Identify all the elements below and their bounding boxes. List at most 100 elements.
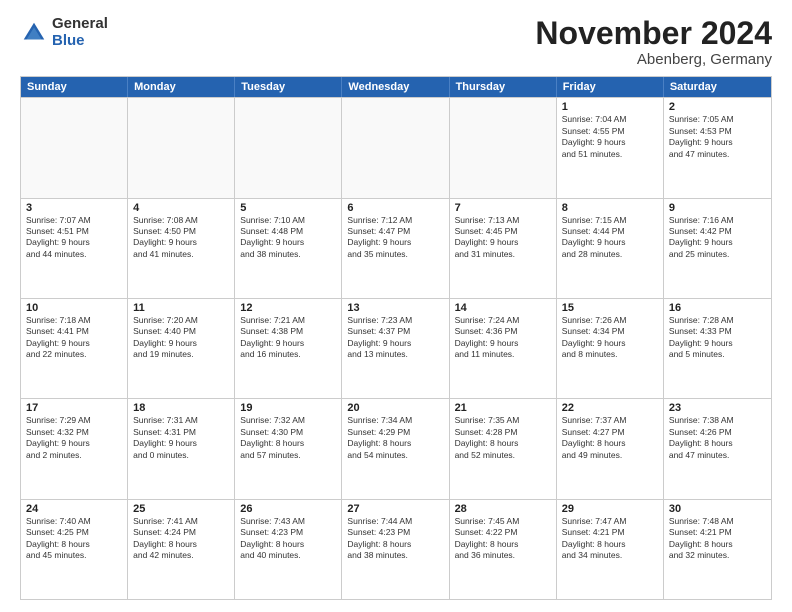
calendar-empty-cell xyxy=(450,98,557,197)
day-number: 8 xyxy=(562,202,658,214)
calendar-day-cell: 26Sunrise: 7:43 AM Sunset: 4:23 PM Dayli… xyxy=(235,500,342,599)
day-info: Sunrise: 7:13 AM Sunset: 4:45 PM Dayligh… xyxy=(455,215,551,261)
day-number: 27 xyxy=(347,503,443,515)
day-info: Sunrise: 7:04 AM Sunset: 4:55 PM Dayligh… xyxy=(562,114,658,160)
day-info: Sunrise: 7:07 AM Sunset: 4:51 PM Dayligh… xyxy=(26,215,122,261)
day-info: Sunrise: 7:38 AM Sunset: 4:26 PM Dayligh… xyxy=(669,415,766,461)
calendar-empty-cell xyxy=(21,98,128,197)
calendar-day-cell: 23Sunrise: 7:38 AM Sunset: 4:26 PM Dayli… xyxy=(664,399,771,498)
calendar-day-cell: 19Sunrise: 7:32 AM Sunset: 4:30 PM Dayli… xyxy=(235,399,342,498)
day-number: 12 xyxy=(240,302,336,314)
calendar-day-cell: 17Sunrise: 7:29 AM Sunset: 4:32 PM Dayli… xyxy=(21,399,128,498)
day-number: 30 xyxy=(669,503,766,515)
calendar-day-cell: 15Sunrise: 7:26 AM Sunset: 4:34 PM Dayli… xyxy=(557,299,664,398)
header: General Blue November 2024 Abenberg, Ger… xyxy=(20,16,772,68)
day-number: 22 xyxy=(562,402,658,414)
day-info: Sunrise: 7:34 AM Sunset: 4:29 PM Dayligh… xyxy=(347,415,443,461)
logo-blue-label: Blue xyxy=(52,33,108,50)
day-number: 13 xyxy=(347,302,443,314)
calendar-day-cell: 18Sunrise: 7:31 AM Sunset: 4:31 PM Dayli… xyxy=(128,399,235,498)
day-number: 24 xyxy=(26,503,122,515)
calendar-day-cell: 28Sunrise: 7:45 AM Sunset: 4:22 PM Dayli… xyxy=(450,500,557,599)
day-number: 11 xyxy=(133,302,229,314)
calendar-day-cell: 12Sunrise: 7:21 AM Sunset: 4:38 PM Dayli… xyxy=(235,299,342,398)
calendar-day-cell: 7Sunrise: 7:13 AM Sunset: 4:45 PM Daylig… xyxy=(450,199,557,298)
day-number: 6 xyxy=(347,202,443,214)
day-number: 5 xyxy=(240,202,336,214)
day-number: 15 xyxy=(562,302,658,314)
calendar-day-cell: 2Sunrise: 7:05 AM Sunset: 4:53 PM Daylig… xyxy=(664,98,771,197)
calendar-day-cell: 1Sunrise: 7:04 AM Sunset: 4:55 PM Daylig… xyxy=(557,98,664,197)
day-info: Sunrise: 7:31 AM Sunset: 4:31 PM Dayligh… xyxy=(133,415,229,461)
page: General Blue November 2024 Abenberg, Ger… xyxy=(0,0,792,612)
calendar-day-cell: 24Sunrise: 7:40 AM Sunset: 4:25 PM Dayli… xyxy=(21,500,128,599)
calendar-day-cell: 13Sunrise: 7:23 AM Sunset: 4:37 PM Dayli… xyxy=(342,299,449,398)
day-info: Sunrise: 7:24 AM Sunset: 4:36 PM Dayligh… xyxy=(455,315,551,361)
calendar-row: 1Sunrise: 7:04 AM Sunset: 4:55 PM Daylig… xyxy=(21,97,771,197)
day-number: 2 xyxy=(669,101,766,113)
day-info: Sunrise: 7:43 AM Sunset: 4:23 PM Dayligh… xyxy=(240,516,336,562)
calendar-body: 1Sunrise: 7:04 AM Sunset: 4:55 PM Daylig… xyxy=(21,97,771,599)
calendar-day-cell: 22Sunrise: 7:37 AM Sunset: 4:27 PM Dayli… xyxy=(557,399,664,498)
day-info: Sunrise: 7:05 AM Sunset: 4:53 PM Dayligh… xyxy=(669,114,766,160)
calendar-day-cell: 6Sunrise: 7:12 AM Sunset: 4:47 PM Daylig… xyxy=(342,199,449,298)
day-number: 10 xyxy=(26,302,122,314)
day-info: Sunrise: 7:21 AM Sunset: 4:38 PM Dayligh… xyxy=(240,315,336,361)
day-number: 7 xyxy=(455,202,551,214)
calendar-day-cell: 16Sunrise: 7:28 AM Sunset: 4:33 PM Dayli… xyxy=(664,299,771,398)
calendar-day-header: Tuesday xyxy=(235,77,342,97)
calendar-header: SundayMondayTuesdayWednesdayThursdayFrid… xyxy=(21,77,771,97)
calendar-row: 24Sunrise: 7:40 AM Sunset: 4:25 PM Dayli… xyxy=(21,499,771,599)
day-info: Sunrise: 7:18 AM Sunset: 4:41 PM Dayligh… xyxy=(26,315,122,361)
calendar: SundayMondayTuesdayWednesdayThursdayFrid… xyxy=(20,76,772,600)
day-info: Sunrise: 7:12 AM Sunset: 4:47 PM Dayligh… xyxy=(347,215,443,261)
day-info: Sunrise: 7:16 AM Sunset: 4:42 PM Dayligh… xyxy=(669,215,766,261)
calendar-day-cell: 10Sunrise: 7:18 AM Sunset: 4:41 PM Dayli… xyxy=(21,299,128,398)
day-info: Sunrise: 7:48 AM Sunset: 4:21 PM Dayligh… xyxy=(669,516,766,562)
day-info: Sunrise: 7:08 AM Sunset: 4:50 PM Dayligh… xyxy=(133,215,229,261)
calendar-day-cell: 8Sunrise: 7:15 AM Sunset: 4:44 PM Daylig… xyxy=(557,199,664,298)
logo-icon xyxy=(20,19,48,47)
day-info: Sunrise: 7:23 AM Sunset: 4:37 PM Dayligh… xyxy=(347,315,443,361)
calendar-day-header: Wednesday xyxy=(342,77,449,97)
day-number: 21 xyxy=(455,402,551,414)
calendar-day-header: Friday xyxy=(557,77,664,97)
calendar-day-cell: 20Sunrise: 7:34 AM Sunset: 4:29 PM Dayli… xyxy=(342,399,449,498)
day-number: 9 xyxy=(669,202,766,214)
day-info: Sunrise: 7:35 AM Sunset: 4:28 PM Dayligh… xyxy=(455,415,551,461)
title-block: November 2024 Abenberg, Germany xyxy=(535,16,772,68)
day-info: Sunrise: 7:44 AM Sunset: 4:23 PM Dayligh… xyxy=(347,516,443,562)
day-number: 25 xyxy=(133,503,229,515)
day-number: 19 xyxy=(240,402,336,414)
day-info: Sunrise: 7:40 AM Sunset: 4:25 PM Dayligh… xyxy=(26,516,122,562)
day-number: 14 xyxy=(455,302,551,314)
day-info: Sunrise: 7:37 AM Sunset: 4:27 PM Dayligh… xyxy=(562,415,658,461)
calendar-day-cell: 21Sunrise: 7:35 AM Sunset: 4:28 PM Dayli… xyxy=(450,399,557,498)
calendar-day-header: Thursday xyxy=(450,77,557,97)
calendar-day-cell: 4Sunrise: 7:08 AM Sunset: 4:50 PM Daylig… xyxy=(128,199,235,298)
calendar-day-cell: 3Sunrise: 7:07 AM Sunset: 4:51 PM Daylig… xyxy=(21,199,128,298)
day-number: 18 xyxy=(133,402,229,414)
day-number: 3 xyxy=(26,202,122,214)
day-info: Sunrise: 7:47 AM Sunset: 4:21 PM Dayligh… xyxy=(562,516,658,562)
day-info: Sunrise: 7:15 AM Sunset: 4:44 PM Dayligh… xyxy=(562,215,658,261)
calendar-day-cell: 14Sunrise: 7:24 AM Sunset: 4:36 PM Dayli… xyxy=(450,299,557,398)
day-info: Sunrise: 7:41 AM Sunset: 4:24 PM Dayligh… xyxy=(133,516,229,562)
day-info: Sunrise: 7:10 AM Sunset: 4:48 PM Dayligh… xyxy=(240,215,336,261)
day-number: 26 xyxy=(240,503,336,515)
day-number: 28 xyxy=(455,503,551,515)
calendar-day-cell: 11Sunrise: 7:20 AM Sunset: 4:40 PM Dayli… xyxy=(128,299,235,398)
calendar-day-header: Monday xyxy=(128,77,235,97)
day-info: Sunrise: 7:28 AM Sunset: 4:33 PM Dayligh… xyxy=(669,315,766,361)
logo-text: General Blue xyxy=(52,16,108,49)
logo: General Blue xyxy=(20,16,108,49)
calendar-empty-cell xyxy=(128,98,235,197)
calendar-day-header: Saturday xyxy=(664,77,771,97)
calendar-day-cell: 29Sunrise: 7:47 AM Sunset: 4:21 PM Dayli… xyxy=(557,500,664,599)
day-number: 4 xyxy=(133,202,229,214)
day-number: 16 xyxy=(669,302,766,314)
day-number: 17 xyxy=(26,402,122,414)
calendar-day-cell: 5Sunrise: 7:10 AM Sunset: 4:48 PM Daylig… xyxy=(235,199,342,298)
logo-general-label: General xyxy=(52,16,108,33)
day-info: Sunrise: 7:20 AM Sunset: 4:40 PM Dayligh… xyxy=(133,315,229,361)
